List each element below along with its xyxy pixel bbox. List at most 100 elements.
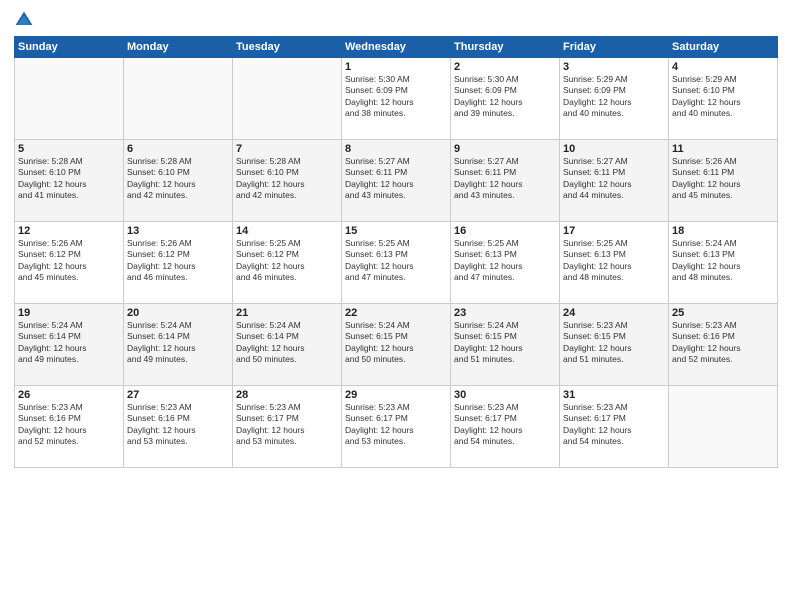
calendar-cell: 18Sunrise: 5:24 AMSunset: 6:13 PMDayligh… — [669, 222, 778, 304]
calendar-week-row: 12Sunrise: 5:26 AMSunset: 6:12 PMDayligh… — [15, 222, 778, 304]
day-info: Sunrise: 5:25 AMSunset: 6:13 PMDaylight:… — [345, 238, 447, 284]
day-header-monday: Monday — [124, 37, 233, 58]
day-info: Sunrise: 5:23 AMSunset: 6:16 PMDaylight:… — [672, 320, 774, 366]
day-number: 6 — [127, 143, 229, 155]
calendar-cell: 22Sunrise: 5:24 AMSunset: 6:15 PMDayligh… — [342, 304, 451, 386]
calendar-week-row: 26Sunrise: 5:23 AMSunset: 6:16 PMDayligh… — [15, 386, 778, 468]
page: SundayMondayTuesdayWednesdayThursdayFrid… — [0, 0, 792, 612]
calendar-cell: 8Sunrise: 5:27 AMSunset: 6:11 PMDaylight… — [342, 140, 451, 222]
calendar-cell — [15, 58, 124, 140]
day-info: Sunrise: 5:25 AMSunset: 6:13 PMDaylight:… — [454, 238, 556, 284]
calendar-cell: 14Sunrise: 5:25 AMSunset: 6:12 PMDayligh… — [233, 222, 342, 304]
calendar-cell: 2Sunrise: 5:30 AMSunset: 6:09 PMDaylight… — [451, 58, 560, 140]
day-number: 9 — [454, 143, 556, 155]
day-header-saturday: Saturday — [669, 37, 778, 58]
day-number: 23 — [454, 307, 556, 319]
day-header-tuesday: Tuesday — [233, 37, 342, 58]
calendar-cell — [124, 58, 233, 140]
day-info: Sunrise: 5:30 AMSunset: 6:09 PMDaylight:… — [454, 74, 556, 120]
day-info: Sunrise: 5:30 AMSunset: 6:09 PMDaylight:… — [345, 74, 447, 120]
calendar-cell: 31Sunrise: 5:23 AMSunset: 6:17 PMDayligh… — [560, 386, 669, 468]
day-number: 10 — [563, 143, 665, 155]
day-header-wednesday: Wednesday — [342, 37, 451, 58]
day-number: 28 — [236, 389, 338, 401]
calendar-cell — [233, 58, 342, 140]
calendar-cell: 27Sunrise: 5:23 AMSunset: 6:16 PMDayligh… — [124, 386, 233, 468]
day-info: Sunrise: 5:23 AMSunset: 6:16 PMDaylight:… — [127, 402, 229, 448]
day-header-friday: Friday — [560, 37, 669, 58]
day-info: Sunrise: 5:23 AMSunset: 6:17 PMDaylight:… — [345, 402, 447, 448]
calendar-cell: 4Sunrise: 5:29 AMSunset: 6:10 PMDaylight… — [669, 58, 778, 140]
day-number: 15 — [345, 225, 447, 237]
day-header-thursday: Thursday — [451, 37, 560, 58]
day-number: 7 — [236, 143, 338, 155]
day-info: Sunrise: 5:24 AMSunset: 6:13 PMDaylight:… — [672, 238, 774, 284]
day-info: Sunrise: 5:25 AMSunset: 6:12 PMDaylight:… — [236, 238, 338, 284]
calendar-week-row: 5 Sunrise: 5:28 AMSunset: 6:10 PMDaylight… — [15, 140, 778, 222]
day-info: Sunrise: 5:26 AMSunset: 6:12 PMDaylight:… — [127, 238, 229, 284]
day-info: Sunrise: 5:23 AMSunset: 6:15 PMDaylight:… — [563, 320, 665, 366]
calendar-cell: 7Sunrise: 5:28 AMSunset: 6:10 PMDaylight… — [233, 140, 342, 222]
day-number: 21 — [236, 307, 338, 319]
day-number: 19 — [18, 307, 120, 319]
calendar-cell: 26Sunrise: 5:23 AMSunset: 6:16 PMDayligh… — [15, 386, 124, 468]
day-number: 30 — [454, 389, 556, 401]
day-info: Sunrise: 5:23 AMSunset: 6:17 PMDaylight:… — [236, 402, 338, 448]
day-number: 26 — [18, 389, 120, 401]
day-number: 25 — [672, 307, 774, 319]
day-number: 18 — [672, 225, 774, 237]
day-number: 3 — [563, 61, 665, 73]
day-info: Sunrise: 5:29 AMSunset: 6:09 PMDaylight:… — [563, 74, 665, 120]
day-number: 17 — [563, 225, 665, 237]
calendar-cell: 21Sunrise: 5:24 AMSunset: 6:14 PMDayligh… — [233, 304, 342, 386]
calendar-cell: 25Sunrise: 5:23 AMSunset: 6:16 PMDayligh… — [669, 304, 778, 386]
day-number: 29 — [345, 389, 447, 401]
calendar-cell: 9Sunrise: 5:27 AMSunset: 6:11 PMDaylight… — [451, 140, 560, 222]
calendar-week-row: 19Sunrise: 5:24 AMSunset: 6:14 PMDayligh… — [15, 304, 778, 386]
day-number: 8 — [345, 143, 447, 155]
day-info: Sunrise: 5:27 AMSunset: 6:11 PMDaylight:… — [563, 156, 665, 202]
calendar-cell: 17Sunrise: 5:25 AMSunset: 6:13 PMDayligh… — [560, 222, 669, 304]
day-number: 5 — [18, 143, 120, 155]
calendar-cell: 20Sunrise: 5:24 AMSunset: 6:14 PMDayligh… — [124, 304, 233, 386]
day-number: 4 — [672, 61, 774, 73]
day-info: Sunrise: 5:28 AMSunset: 6:10 PMDaylight:… — [236, 156, 338, 202]
day-info: Sunrise: 5:24 AMSunset: 6:15 PMDaylight:… — [454, 320, 556, 366]
calendar-cell: 12Sunrise: 5:26 AMSunset: 6:12 PMDayligh… — [15, 222, 124, 304]
calendar-week-row: 1Sunrise: 5:30 AMSunset: 6:09 PMDaylight… — [15, 58, 778, 140]
day-info: Sunrise: 5:24 AMSunset: 6:14 PMDaylight:… — [18, 320, 120, 366]
calendar-cell: 30Sunrise: 5:23 AMSunset: 6:17 PMDayligh… — [451, 386, 560, 468]
day-number: 24 — [563, 307, 665, 319]
day-info: Sunrise: 5:27 AMSunset: 6:11 PMDaylight:… — [454, 156, 556, 202]
calendar-cell: 13Sunrise: 5:26 AMSunset: 6:12 PMDayligh… — [124, 222, 233, 304]
day-info: Sunrise: 5:26 AMSunset: 6:11 PMDaylight:… — [672, 156, 774, 202]
day-number: 12 — [18, 225, 120, 237]
day-number: 14 — [236, 225, 338, 237]
day-info: Sunrise: 5:26 AMSunset: 6:12 PMDaylight:… — [18, 238, 120, 284]
calendar-cell: 10Sunrise: 5:27 AMSunset: 6:11 PMDayligh… — [560, 140, 669, 222]
calendar-cell: 11Sunrise: 5:26 AMSunset: 6:11 PMDayligh… — [669, 140, 778, 222]
header — [14, 10, 778, 30]
day-number: 27 — [127, 389, 229, 401]
day-number: 16 — [454, 225, 556, 237]
day-info: Sunrise: 5:24 AMSunset: 6:14 PMDaylight:… — [127, 320, 229, 366]
calendar-cell — [669, 386, 778, 468]
calendar-cell: 23Sunrise: 5:24 AMSunset: 6:15 PMDayligh… — [451, 304, 560, 386]
day-info: Sunrise: 5:28 AMSunset: 6:10 PMDaylight:… — [127, 156, 229, 202]
day-info: Sunrise: 5:23 AMSunset: 6:16 PMDaylight:… — [18, 402, 120, 448]
day-number: 22 — [345, 307, 447, 319]
logo-icon — [14, 10, 34, 30]
calendar-cell: 24Sunrise: 5:23 AMSunset: 6:15 PMDayligh… — [560, 304, 669, 386]
day-number: 13 — [127, 225, 229, 237]
day-number: 31 — [563, 389, 665, 401]
calendar-cell: 15Sunrise: 5:25 AMSunset: 6:13 PMDayligh… — [342, 222, 451, 304]
day-info: Sunrise: 5:27 AMSunset: 6:11 PMDaylight:… — [345, 156, 447, 202]
day-info: Sunrise: 5:23 AMSunset: 6:17 PMDaylight:… — [454, 402, 556, 448]
day-header-sunday: Sunday — [15, 37, 124, 58]
day-number: 20 — [127, 307, 229, 319]
day-number: 1 — [345, 61, 447, 73]
day-info: Sunrise: 5:29 AMSunset: 6:10 PMDaylight:… — [672, 74, 774, 120]
calendar-cell: 5Sunrise: 5:28 AMSunset: 6:10 PMDaylight… — [15, 140, 124, 222]
day-info: Sunrise: 5:24 AMSunset: 6:15 PMDaylight:… — [345, 320, 447, 366]
calendar-cell: 1Sunrise: 5:30 AMSunset: 6:09 PMDaylight… — [342, 58, 451, 140]
